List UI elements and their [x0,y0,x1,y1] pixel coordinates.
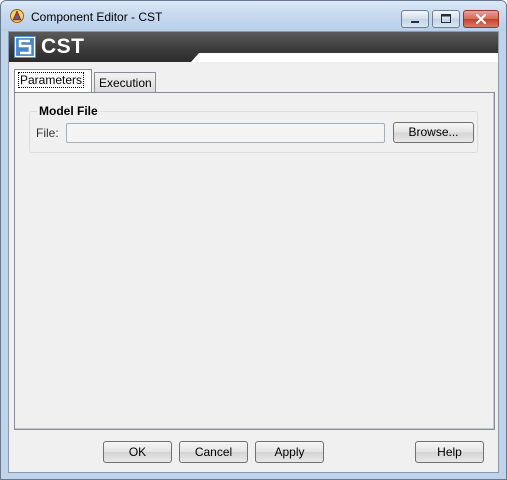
window-title: Component Editor - CST [31,10,163,24]
apply-button[interactable]: Apply [255,441,324,463]
cancel-button[interactable]: Cancel [179,441,248,463]
banner-title: CST [41,35,85,58]
maximize-icon [441,14,451,23]
minimize-button[interactable] [401,10,429,28]
maximize-button[interactable] [432,10,460,28]
dialog-body: CST Parameters Execution Model File File… [8,31,499,473]
file-label: File: [36,126,59,140]
tab-execution[interactable]: Execution [94,72,156,92]
file-path-field[interactable] [66,123,385,143]
title-bar[interactable]: Component Editor - CST [1,1,506,31]
minimize-icon [411,21,419,23]
browse-button[interactable]: Browse... [393,122,474,143]
help-button[interactable]: Help [415,441,484,463]
parameters-panel: Model File File: Browse... [14,92,495,430]
tab-label: Execution [99,76,152,90]
cst-logo [14,36,36,58]
ok-button[interactable]: OK [103,441,172,463]
close-button[interactable] [463,10,499,28]
model-file-group: Model File File: Browse... [29,104,478,153]
component-editor-window: Component Editor - CST CST Parameters Ex… [0,0,507,480]
banner: CST [9,32,498,62]
tab-label: Parameters [17,72,85,88]
group-title: Model File [37,104,100,118]
close-icon [475,13,487,25]
tab-parameters[interactable]: Parameters [14,69,92,92]
app-icon [10,9,24,23]
